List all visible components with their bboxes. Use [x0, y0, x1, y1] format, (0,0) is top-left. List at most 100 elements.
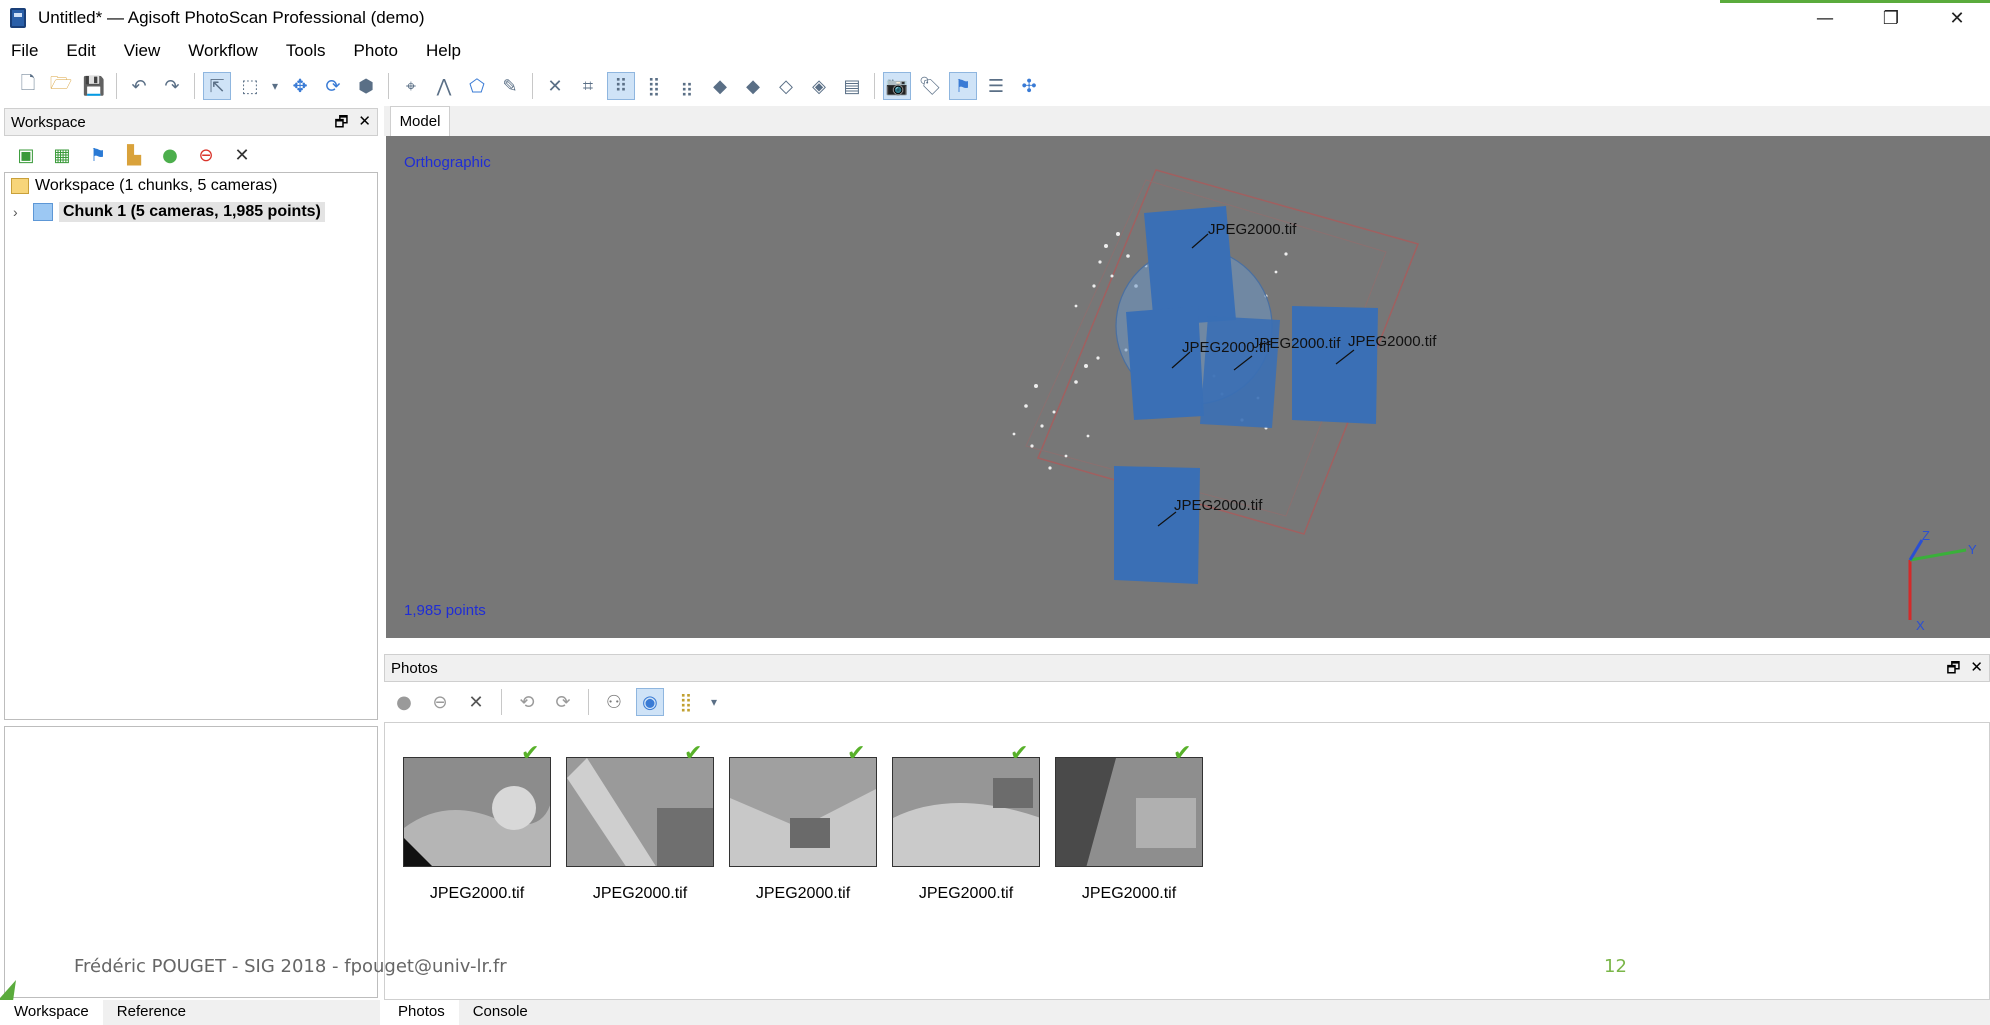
float-icon[interactable]: 🗗: [334, 112, 348, 137]
tab-photos[interactable]: Photos: [384, 1000, 459, 1025]
delete-icon[interactable]: ✕: [541, 72, 569, 100]
model-icon[interactable]: ⬢: [352, 72, 380, 100]
tab-workspace[interactable]: Workspace: [0, 1000, 103, 1025]
enable-camera-icon[interactable]: ●: [390, 688, 418, 716]
solid-icon[interactable]: ◆: [706, 72, 734, 100]
close-pane-icon[interactable]: ✕: [1970, 658, 1983, 683]
photos-toolbar: ● ⊖ ✕ ⟲ ⟳ ⚇ ◉ ⣿ ▾: [384, 684, 1990, 720]
point-icon[interactable]: ⌖: [397, 72, 425, 100]
view-mode-dropdown-icon[interactable]: ▾: [708, 688, 720, 716]
photos-grid: ✔ JPEG2000.tif ✔ JPEG2000.tif ✔ JPEG2000…: [384, 722, 1990, 1000]
camera-icon[interactable]: 📷: [883, 72, 911, 100]
enable-icon[interactable]: ●: [156, 141, 184, 169]
navigation-icon[interactable]: ✥: [286, 72, 314, 100]
remove-camera-icon[interactable]: ✕: [462, 688, 490, 716]
workspace-toolbar: ▣ ▦ ⚑ ▙ ● ⊖ ✕: [4, 138, 378, 172]
open-icon[interactable]: 🗁: [47, 72, 75, 100]
menu-file[interactable]: File: [8, 41, 41, 61]
grid3-icon[interactable]: ⣶: [673, 72, 701, 100]
chunk-label: Chunk 1 (5 cameras, 1,985 points): [59, 202, 325, 222]
slide-page-number: 12: [1604, 956, 1627, 977]
tab-console[interactable]: Console: [459, 1000, 542, 1025]
points-count: 1,985 points: [404, 602, 486, 619]
window-controls: — ❐ ✕: [1792, 0, 1990, 36]
add-photos-icon[interactable]: ▦: [48, 141, 76, 169]
shape-icon[interactable]: ⬠: [463, 72, 491, 100]
tag-icon[interactable]: 🏷: [916, 72, 944, 100]
move-icon[interactable]: ✣: [1015, 72, 1043, 100]
photo-label: JPEG2000.tif: [755, 885, 851, 902]
menu-workflow[interactable]: Workflow: [185, 41, 261, 61]
wireframe-icon[interactable]: ◇: [772, 72, 800, 100]
remove-icon[interactable]: ✕: [228, 141, 256, 169]
left-bottom-tabs: Workspace Reference: [0, 1000, 380, 1025]
app-icon: [10, 8, 26, 28]
rotate-icon[interactable]: ⟳: [319, 72, 347, 100]
tab-model[interactable]: Model: [390, 106, 450, 136]
save-icon[interactable]: 💾: [80, 72, 108, 100]
grid-view-icon[interactable]: ⠿: [607, 72, 635, 100]
workspace-tree: Workspace (1 chunks, 5 cameras) › Chunk …: [4, 172, 378, 720]
ruler-icon[interactable]: ⋀: [430, 72, 458, 100]
binoculars-icon[interactable]: ⚇: [600, 688, 628, 716]
rotate-left-icon[interactable]: ⟲: [513, 688, 541, 716]
main-toolbar: 🗋 🗁 💾 ↶ ↷ ⇱ ⬚ ▾ ✥ ⟳ ⬢ ⌖ ⋀ ⬠ ✎ ✕ ⌗ ⠿ ⣿ ⣶ …: [0, 66, 1990, 106]
marker-flag-icon[interactable]: ⚑: [949, 72, 977, 100]
model-viewport[interactable]: Orthographic JPEG2000.tif JPEG2000.tif J…: [386, 136, 1990, 638]
axis-y-label: Y: [1968, 542, 1977, 557]
camera-plane: [1292, 306, 1378, 424]
photo-label: JPEG2000.tif: [592, 885, 688, 902]
float-icon[interactable]: 🗗: [1946, 658, 1960, 683]
workspace-root[interactable]: Workspace (1 chunks, 5 cameras): [5, 173, 377, 199]
disable-camera-icon[interactable]: ⊖: [426, 688, 454, 716]
disable-icon[interactable]: ⊖: [192, 141, 220, 169]
new-icon[interactable]: 🗋: [14, 72, 42, 100]
reset-filter-icon[interactable]: ◉: [636, 688, 664, 716]
select-icon[interactable]: ⇱: [203, 72, 231, 100]
textured-icon[interactable]: ◈: [805, 72, 833, 100]
toolbar-divider: [874, 73, 875, 99]
close-button[interactable]: ✕: [1924, 0, 1990, 36]
menu-edit[interactable]: Edit: [63, 41, 98, 61]
axis-z-label: Z: [1922, 528, 1930, 543]
redo-icon[interactable]: ↷: [158, 72, 186, 100]
photos-header: Photos 🗗 ✕: [384, 654, 1990, 682]
photo-label: JPEG2000.tif: [429, 885, 525, 902]
aligned-check-icon: ✔: [684, 741, 703, 766]
menu-view[interactable]: View: [121, 41, 164, 61]
chunk-icon: [33, 203, 53, 221]
shaded-icon[interactable]: ◆: [739, 72, 767, 100]
tab-reference[interactable]: Reference: [103, 1000, 200, 1025]
view-mode-icon[interactable]: ⣿: [672, 688, 700, 716]
expand-icon[interactable]: ›: [13, 204, 27, 220]
photo-thumbnail[interactable]: [566, 757, 714, 867]
photo-thumbnail[interactable]: [403, 757, 551, 867]
axis-x-label: X: [1916, 618, 1925, 633]
toolbar-divider: [532, 73, 533, 99]
menu-help[interactable]: Help: [423, 41, 464, 61]
scene-canvas: JPEG2000.tif JPEG2000.tif JPEG2000.tif J…: [1012, 169, 1977, 633]
rotate-right-icon[interactable]: ⟳: [549, 688, 577, 716]
dem-icon[interactable]: ▤: [838, 72, 866, 100]
minimize-button[interactable]: —: [1792, 0, 1858, 36]
grid2-icon[interactable]: ⣿: [640, 72, 668, 100]
close-pane-icon[interactable]: ✕: [358, 112, 371, 137]
add-markers-icon[interactable]: ⚑: [84, 141, 112, 169]
model-tab-bar: Model: [384, 106, 1990, 136]
layers-icon[interactable]: ☰: [982, 72, 1010, 100]
measure-icon[interactable]: ✎: [496, 72, 524, 100]
dropdown-icon[interactable]: ▾: [269, 72, 281, 100]
menu-tools[interactable]: Tools: [283, 41, 329, 61]
menu-photo[interactable]: Photo: [351, 41, 401, 61]
restore-button[interactable]: ❐: [1858, 0, 1924, 36]
photo-thumbnail[interactable]: [892, 757, 1040, 867]
crop-icon[interactable]: ⌗: [574, 72, 602, 100]
photo-thumbnail[interactable]: [1055, 757, 1203, 867]
add-chunk-icon[interactable]: ▣: [12, 141, 40, 169]
add-shapes-icon[interactable]: ▙: [120, 141, 148, 169]
workspace-header: Workspace 🗗 ✕: [4, 108, 378, 136]
photo-thumbnail[interactable]: [729, 757, 877, 867]
chunk-item[interactable]: › Chunk 1 (5 cameras, 1,985 points): [5, 199, 377, 225]
undo-icon[interactable]: ↶: [125, 72, 153, 100]
rect-select-icon[interactable]: ⬚: [236, 72, 264, 100]
